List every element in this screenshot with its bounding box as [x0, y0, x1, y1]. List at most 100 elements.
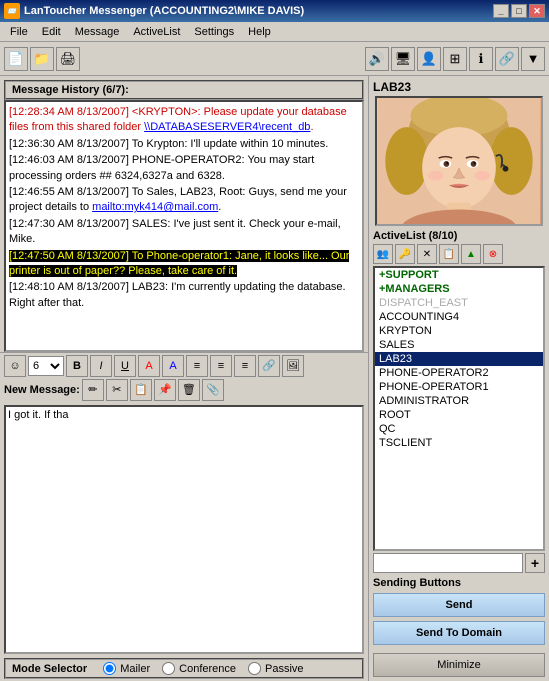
input-btn-link[interactable]: 🔗: [258, 355, 280, 377]
msg-item-2: [12:36:30 AM 8/13/2007] To Krypton: I'll…: [9, 137, 359, 152]
toolbar-open-btn[interactable]: 📁: [30, 47, 54, 71]
title-bar: 📨 LanToucher Messenger (ACCOUNTING2\MIKE…: [0, 0, 549, 22]
input-btn-cut[interactable]: ✂: [106, 379, 128, 401]
sending-section: Sending Buttons Send Send To Domain Mini…: [373, 577, 545, 677]
input-btn-copy[interactable]: 📋: [130, 379, 152, 401]
toolbar-dropdown-btn[interactable]: ▼: [521, 47, 545, 71]
menu-message[interactable]: Message: [69, 23, 126, 41]
input-btn-underline[interactable]: U: [114, 355, 136, 377]
mode-mailer-radio[interactable]: [103, 662, 116, 675]
mode-selector: Mode Selector Mailer Conference Passive: [4, 658, 364, 679]
mode-mailer-label: Mailer: [120, 663, 150, 675]
toolbar-window-btn[interactable]: ⊞: [443, 47, 467, 71]
al-item-dispatch-east[interactable]: DISPATCH_EAST: [375, 296, 543, 310]
user-photo: [375, 96, 543, 226]
title-bar-left: 📨 LanToucher Messenger (ACCOUNTING2\MIKE…: [4, 3, 304, 19]
al-item-phone-op1[interactable]: PHONE-OPERATOR1: [375, 380, 543, 394]
app-icon: 📨: [4, 3, 20, 19]
input-btn-color-blue[interactable]: A: [162, 355, 184, 377]
toolbar-left: 📄 📁 🖨: [4, 47, 80, 71]
activelist-list[interactable]: +SUPPORT +MANAGERS DISPATCH_EAST ACCOUNT…: [373, 266, 545, 551]
msg-item-4: [12:46:55 AM 8/13/2007] To Sales, LAB23,…: [9, 185, 359, 216]
search-row: +: [373, 553, 545, 573]
input-toolbar-row2: New Message: ✏ ✂ 📋 📌 🗑 📎: [0, 379, 368, 403]
toolbar-speaker-btn[interactable]: 🔊: [365, 47, 389, 71]
al-btn-5[interactable]: ▲: [461, 244, 481, 264]
maximize-window-btn[interactable]: □: [511, 4, 527, 18]
input-btn-smiley[interactable]: ☺: [4, 355, 26, 377]
al-btn-4[interactable]: 📋: [439, 244, 459, 264]
al-btn-1[interactable]: 👥: [373, 244, 393, 264]
input-btn-attach[interactable]: 📎: [202, 379, 224, 401]
send-button[interactable]: Send: [373, 593, 545, 617]
input-btn-align-center[interactable]: ≡: [210, 355, 232, 377]
al-item-administrator[interactable]: ADMINISTRATOR: [375, 394, 543, 408]
right-panel: LAB23: [369, 76, 549, 681]
activelist-section: ActiveList (8/10) 👥 🔑 ✕ 📋 ▲ ⊗ +SUPPORT +…: [373, 230, 545, 573]
msg-highlight-6: [12:47:50 AM 8/13/2007] To Phone-operato…: [9, 250, 349, 277]
input-btn-paste[interactable]: 📌: [154, 379, 176, 401]
menu-file[interactable]: File: [4, 23, 34, 41]
menu-help[interactable]: Help: [242, 23, 277, 41]
main-layout: Message History (6/7): [12:28:34 AM 8/13…: [0, 76, 549, 681]
search-input[interactable]: [373, 553, 523, 573]
msg-item-1: [12:28:34 AM 8/13/2007] <KRYPTON>: Pleas…: [9, 105, 359, 136]
menu-bar: File Edit Message ActiveList Settings He…: [0, 22, 549, 42]
al-item-sales[interactable]: SALES: [375, 338, 543, 352]
search-add-btn[interactable]: +: [525, 553, 545, 573]
msg-history-header: Message History (6/7):: [4, 80, 364, 100]
al-item-qc[interactable]: QC: [375, 422, 543, 436]
toolbar: 📄 📁 🖨 🔊 🖥 👤 ⊞ ℹ 🔗 ▼: [0, 42, 549, 76]
mode-passive-label: Passive: [265, 663, 304, 675]
al-btn-6[interactable]: ⊗: [483, 244, 503, 264]
toolbar-user-btn[interactable]: 👤: [417, 47, 441, 71]
menu-edit[interactable]: Edit: [36, 23, 67, 41]
toolbar-print-btn[interactable]: 🖨: [56, 47, 80, 71]
input-btn-clear[interactable]: 🗑: [178, 379, 200, 401]
mode-mailer[interactable]: Mailer: [103, 662, 150, 675]
menu-activelist[interactable]: ActiveList: [127, 23, 186, 41]
toolbar-monitor-btn[interactable]: 🖥: [391, 47, 415, 71]
title-buttons: _ □ ✕: [493, 4, 545, 18]
al-item-tsclient[interactable]: TSCLIENT: [375, 436, 543, 450]
al-btn-2[interactable]: 🔑: [395, 244, 415, 264]
user-name-label: LAB23: [373, 80, 545, 94]
al-item-accounting4[interactable]: ACCOUNTING4: [375, 310, 543, 324]
msg-history[interactable]: [12:28:34 AM 8/13/2007] <KRYPTON>: Pleas…: [4, 100, 364, 352]
input-btn-align-left[interactable]: ≡: [186, 355, 208, 377]
send-to-domain-button[interactable]: Send To Domain: [373, 621, 545, 645]
msg-link-2[interactable]: mailto:myk414@mail.com: [92, 201, 218, 213]
close-window-btn[interactable]: ✕: [529, 4, 545, 18]
input-btn-italic[interactable]: I: [90, 355, 112, 377]
toolbar-new-btn[interactable]: 📄: [4, 47, 28, 71]
mode-conference[interactable]: Conference: [162, 662, 236, 675]
mode-selector-label: Mode Selector: [12, 663, 87, 675]
al-item-root[interactable]: ROOT: [375, 408, 543, 422]
al-item-managers[interactable]: +MANAGERS: [375, 282, 543, 296]
mode-passive[interactable]: Passive: [248, 662, 304, 675]
minimize-button[interactable]: Minimize: [373, 653, 545, 677]
mode-passive-radio[interactable]: [248, 662, 261, 675]
input-btn-image[interactable]: 🖼: [282, 355, 304, 377]
input-btn-edit[interactable]: ✏: [82, 379, 104, 401]
input-btn-align-right[interactable]: ≡: [234, 355, 256, 377]
mode-conference-label: Conference: [179, 663, 236, 675]
al-item-lab23[interactable]: LAB23: [375, 352, 543, 366]
activelist-toolbar: 👥 🔑 ✕ 📋 ▲ ⊗: [373, 244, 545, 264]
al-btn-3[interactable]: ✕: [417, 244, 437, 264]
toolbar-info-btn[interactable]: ℹ: [469, 47, 493, 71]
al-item-support[interactable]: +SUPPORT: [375, 268, 543, 282]
al-item-krypton[interactable]: KRYPTON: [375, 324, 543, 338]
mode-conference-radio[interactable]: [162, 662, 175, 675]
toolbar-network-btn[interactable]: 🔗: [495, 47, 519, 71]
al-item-phone-op2[interactable]: PHONE-OPERATOR2: [375, 366, 543, 380]
message-input[interactable]: I got it. If tha: [4, 405, 364, 655]
msg-link-1[interactable]: \\DATABASESERVER4\recent_db: [144, 121, 310, 133]
input-btn-color-red[interactable]: A: [138, 355, 160, 377]
toolbar-right: 🔊 🖥 👤 ⊞ ℹ 🔗 ▼: [365, 47, 545, 71]
input-btn-bold[interactable]: B: [66, 355, 88, 377]
minimize-window-btn[interactable]: _: [493, 4, 509, 18]
menu-settings[interactable]: Settings: [188, 23, 240, 41]
msg-item-7: [12:48:10 AM 8/13/2007] LAB23: I'm curre…: [9, 280, 359, 311]
font-size-select[interactable]: 67891012: [28, 356, 64, 376]
